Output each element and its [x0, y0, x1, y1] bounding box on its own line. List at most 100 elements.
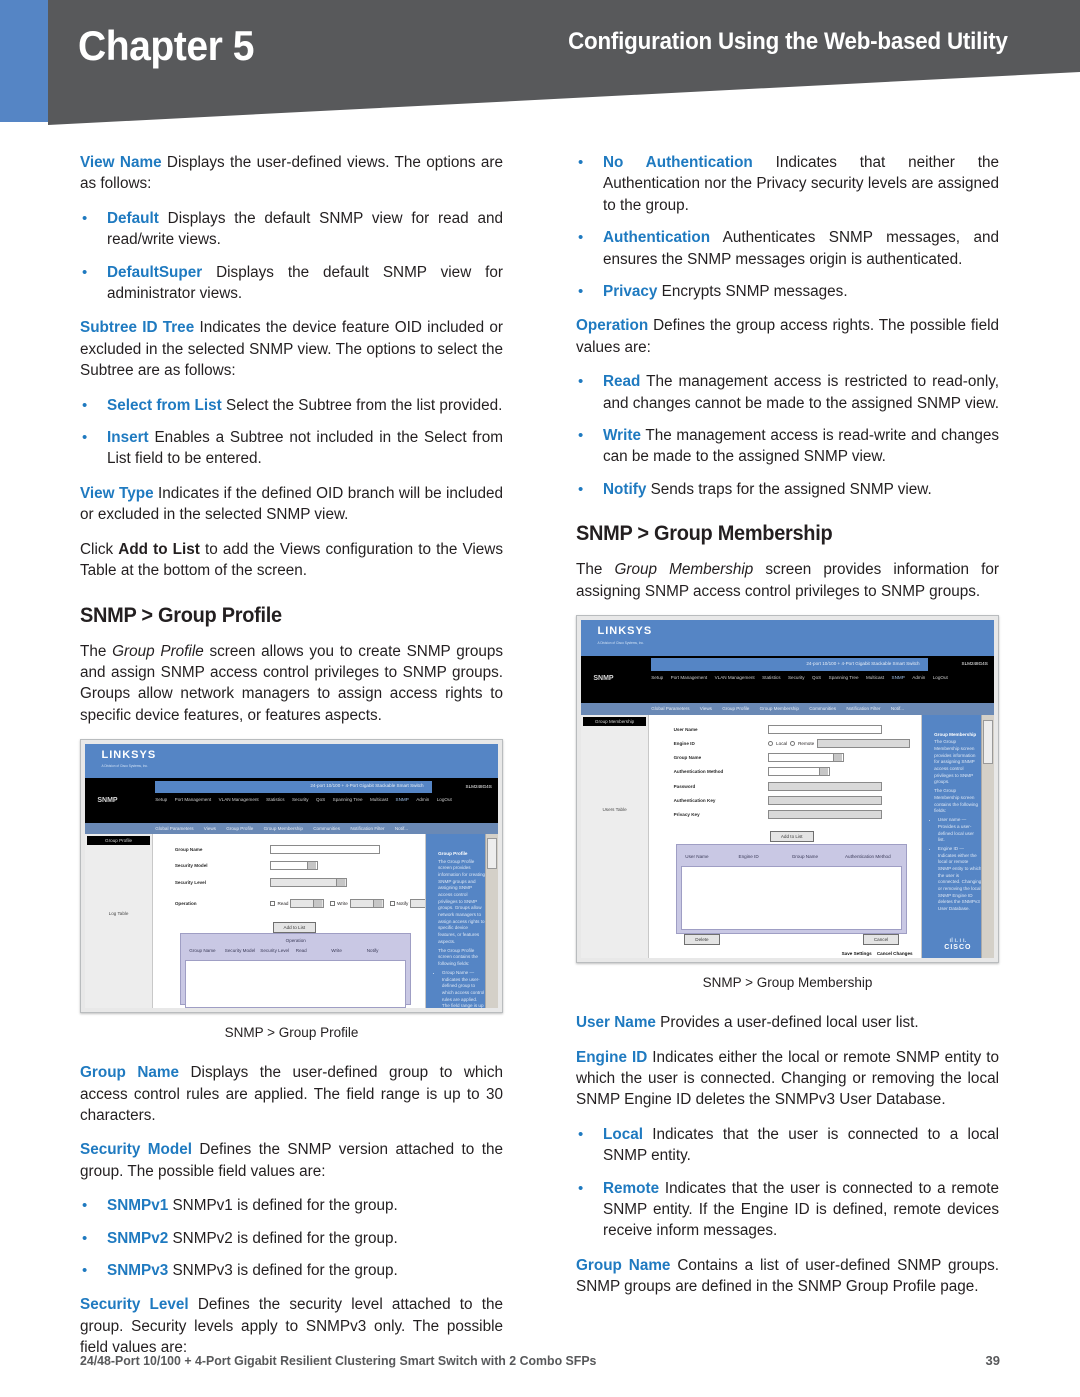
tab-qos[interactable]: QoS	[316, 797, 325, 802]
select-notify-view[interactable]	[410, 899, 425, 909]
text-gp-pre: The	[80, 642, 113, 660]
cancel-button[interactable]: Cancel	[862, 933, 900, 945]
screenshot-group-profile: LINKSYS A Division of Cisco Systems, Inc…	[80, 739, 503, 1014]
screenshot-group-membership: LINKSYS A Division of Cisco Systems, Inc…	[576, 615, 999, 964]
tab-setup[interactable]: Setup	[155, 797, 167, 802]
tab-statistics[interactable]: Statistics	[762, 675, 780, 680]
label-authentication-key: Authentication Key	[673, 797, 716, 803]
tab-snmp[interactable]: SNMP	[892, 675, 905, 680]
scrollbar[interactable]	[484, 834, 498, 1009]
subtab-notification-filter[interactable]: Notification Filter	[350, 826, 384, 831]
operation-write[interactable]: Write	[330, 899, 384, 909]
tab-admin[interactable]: Admin	[912, 675, 925, 680]
tab-spanning-tree[interactable]: Spanning Tree	[829, 675, 859, 680]
sub-nav-tabs[interactable]: Global Parameters Views Group Profile Gr…	[581, 702, 994, 716]
input-group-name[interactable]	[270, 844, 381, 854]
left-sidebar: Group Membership Users Table	[581, 715, 650, 959]
term-default: Default	[107, 209, 159, 227]
sidebar-item-users-table[interactable]: Users Table	[581, 807, 648, 812]
subtab-more[interactable]: Notif...	[395, 826, 408, 831]
radio-remote-icon[interactable]	[790, 740, 796, 746]
tab-port-management[interactable]: Port Management	[671, 675, 708, 680]
tab-vlan-management[interactable]: VLAN Management	[219, 797, 259, 802]
device-model: SLM248G4S	[465, 783, 492, 789]
input-privacy-key[interactable]	[768, 809, 882, 819]
list-item: • SNMPv2 SNMPv2 is defined for the group.	[80, 1228, 503, 1249]
paragraph-group-membership-intro: The Group Membership screen provides inf…	[576, 559, 999, 602]
cancel-changes-button[interactable]: Cancel Changes	[877, 951, 913, 956]
nav-tabs[interactable]: Setup Port Management VLAN Management St…	[651, 675, 990, 680]
subtab-group-membership[interactable]: Group Membership	[264, 826, 303, 831]
subtab-group-profile[interactable]: Group Profile	[226, 826, 253, 831]
bullet-dot-icon: •	[578, 1179, 584, 1197]
subtab-views[interactable]: Views	[700, 706, 712, 711]
list-item: • Remote Indicates that the user is conne…	[576, 1178, 999, 1242]
table-body	[185, 960, 407, 1009]
bullet-dot-icon: •	[82, 429, 88, 447]
delete-button[interactable]: Delete	[684, 933, 720, 945]
list-item: • Notify Sends traps for the assigned SNM…	[576, 479, 999, 500]
list-item: • Read The management access is restricte…	[576, 371, 999, 414]
figure-group-membership: LINKSYS A Division of Cisco Systems, Inc…	[576, 615, 999, 990]
subtab-global-parameters[interactable]: Global Parameters	[651, 706, 689, 711]
tab-security[interactable]: Security	[292, 797, 309, 802]
checkbox-write-icon[interactable]	[330, 901, 336, 907]
linksys-logo: LINKSYS	[597, 624, 653, 637]
tab-qos[interactable]: QoS	[812, 675, 821, 680]
add-to-list-button[interactable]: Add to List	[769, 830, 814, 842]
text-user-name: Provides a user-defined local user list.	[655, 1014, 919, 1032]
help-paragraph-2: The Group Profile screen contains the fo…	[438, 947, 478, 966]
input-authentication-key[interactable]	[768, 795, 882, 805]
add-to-list-button[interactable]: Add to List	[272, 922, 317, 934]
scrollbar-thumb[interactable]	[486, 837, 497, 870]
tab-setup[interactable]: Setup	[651, 675, 663, 680]
tab-multicast[interactable]: Multicast	[370, 797, 388, 802]
checkbox-notify-icon[interactable]	[389, 901, 395, 907]
tab-snmp[interactable]: SNMP	[396, 797, 409, 802]
operation-read[interactable]: Read	[270, 899, 325, 909]
tab-statistics[interactable]: Statistics	[266, 797, 284, 802]
subtab-group-membership[interactable]: Group Membership	[760, 706, 799, 711]
subtab-global-parameters[interactable]: Global Parameters	[155, 826, 193, 831]
tab-logout[interactable]: LogOut	[933, 675, 948, 680]
radio-local-icon[interactable]	[768, 740, 774, 746]
term-security-level: Security Level	[80, 1296, 189, 1314]
tab-security[interactable]: Security	[788, 675, 805, 680]
scrollbar-thumb[interactable]	[982, 719, 993, 764]
sidebar-item-log-table[interactable]: Log Table	[85, 911, 152, 916]
subtab-notification-filter[interactable]: Notification Filter	[846, 706, 880, 711]
select-security-model[interactable]	[270, 861, 319, 871]
bullet-dot-icon: •	[578, 154, 584, 171]
nav-tabs[interactable]: Setup Port Management VLAN Management St…	[155, 797, 494, 802]
field-row-user-name: User Name	[674, 724, 910, 734]
tab-spanning-tree[interactable]: Spanning Tree	[333, 797, 363, 802]
input-engine-id[interactable]	[817, 738, 910, 748]
checkbox-read-icon[interactable]	[270, 901, 276, 907]
footer-product-name: 24/48-Port 10/100 + 4-Port Gigabit Resil…	[80, 1353, 597, 1368]
tab-admin[interactable]: Admin	[416, 797, 429, 802]
select-write-view[interactable]	[349, 899, 384, 909]
table-header-row: Group Name Security Model Security Level…	[185, 943, 406, 960]
tab-multicast[interactable]: Multicast	[866, 675, 884, 680]
save-settings-button[interactable]: Save Settings	[842, 951, 872, 956]
scrollbar[interactable]	[980, 715, 994, 959]
subtab-views[interactable]: Views	[204, 826, 216, 831]
tab-port-management[interactable]: Port Management	[175, 797, 212, 802]
subtab-more[interactable]: Notif...	[891, 706, 904, 711]
tab-vlan-management[interactable]: VLAN Management	[715, 675, 755, 680]
select-read-view[interactable]	[290, 899, 325, 909]
text-click-pre: Click	[80, 540, 119, 558]
subtab-group-profile[interactable]: Group Profile	[722, 706, 749, 711]
operation-notify[interactable]: Notify	[389, 899, 425, 909]
sub-nav-tabs[interactable]: Global Parameters Views Group Profile Gr…	[85, 823, 498, 835]
subtab-communities[interactable]: Communities	[313, 826, 340, 831]
tab-logout[interactable]: LogOut	[437, 797, 452, 802]
bullet-dot-icon: •	[82, 1197, 88, 1215]
select-group-name[interactable]	[768, 753, 844, 763]
input-password[interactable]	[768, 781, 882, 791]
input-user-name[interactable]	[768, 724, 882, 734]
select-security-level[interactable]	[270, 878, 347, 888]
subtab-communities[interactable]: Communities	[809, 706, 836, 711]
text-snmpv3: SNMPv3 is defined for the group.	[168, 1261, 398, 1279]
select-authentication-method[interactable]	[768, 767, 830, 777]
